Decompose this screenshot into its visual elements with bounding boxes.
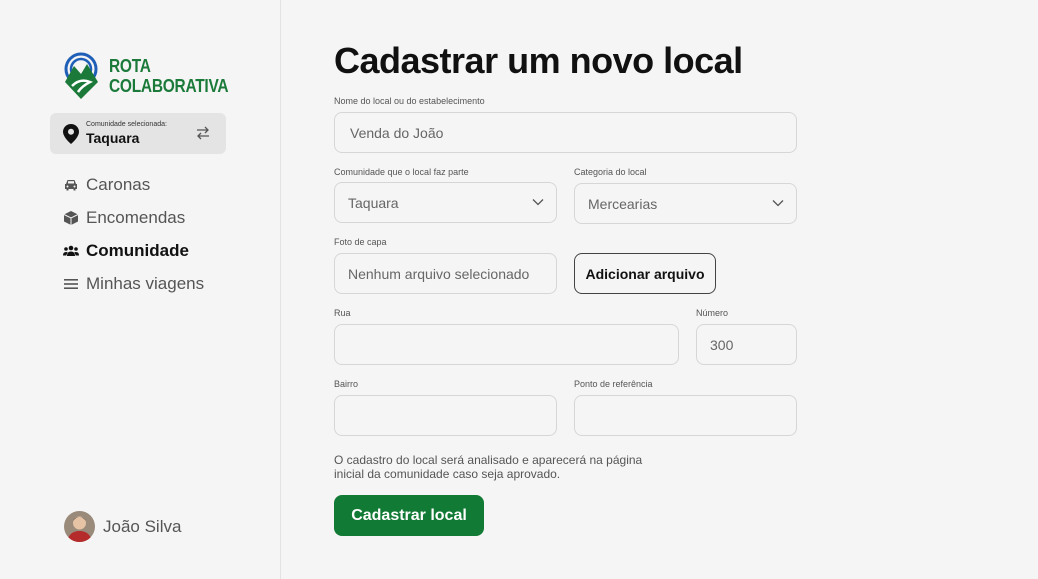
sidebar-item-caronas[interactable]: Caronas	[63, 168, 204, 201]
chevron-down-icon	[772, 200, 784, 207]
sidebar-item-label: Minhas viagens	[86, 273, 205, 293]
reference-label: Ponto de referência	[574, 379, 653, 389]
place-name-field[interactable]: Venda do João	[334, 112, 797, 153]
sidebar-item-comunidade[interactable]: Comunidade	[63, 234, 204, 267]
package-icon	[63, 210, 79, 226]
street-field[interactable]	[334, 324, 679, 365]
user-profile[interactable]: João Silva	[64, 511, 181, 542]
sidebar-item-encomendas[interactable]: Encomendas	[63, 201, 204, 234]
number-label: Número	[696, 308, 729, 318]
car-icon	[63, 177, 79, 193]
review-notice: O cadastro do local será analisado e apa…	[334, 453, 643, 481]
photo-label: Foto de capa	[334, 237, 387, 247]
number-value: 300	[710, 336, 734, 353]
district-field[interactable]	[334, 395, 557, 436]
logo-line-1: ROTA	[109, 56, 151, 76]
chevron-down-icon	[532, 199, 544, 206]
community-name: Taquara	[86, 130, 140, 146]
add-file-button[interactable]: Adicionar arquivo	[574, 253, 716, 294]
swap-arrows-icon[interactable]	[195, 125, 211, 141]
avatar	[64, 511, 95, 542]
sidebar: ROTA COLABORATIVA Comunidade selecionada…	[0, 0, 281, 579]
cover-photo-value: Nenhum arquivo selecionado	[348, 265, 530, 282]
sidebar-nav: Caronas Encomendas Comunidade Minhas via…	[63, 168, 204, 300]
category-select[interactable]: Mercearias	[574, 183, 797, 224]
sidebar-item-label: Comunidade	[86, 240, 189, 260]
community-select[interactable]: Taquara	[334, 182, 557, 223]
cover-photo-field[interactable]: Nenhum arquivo selecionado	[334, 253, 557, 294]
community-field-label: Comunidade que o local faz parte	[334, 167, 469, 177]
district-label: Bairro	[334, 379, 359, 389]
community-selector[interactable]: Comunidade selecionada: Taquara	[50, 113, 226, 154]
sidebar-item-label: Caronas	[86, 174, 151, 194]
name-label: Nome do local ou do estabelecimento	[334, 96, 485, 106]
page-title: Cadastrar um novo local	[334, 40, 743, 81]
location-pin-icon	[63, 124, 79, 144]
app-name: ROTA COLABORATIVA	[109, 56, 229, 96]
category-label: Categoria do local	[574, 167, 647, 177]
street-label: Rua	[334, 308, 351, 318]
sidebar-item-label: Encomendas	[86, 207, 186, 227]
list-icon	[63, 276, 79, 292]
app-logo[interactable]: ROTA COLABORATIVA	[64, 52, 248, 100]
category-select-value: Mercearias	[588, 195, 658, 212]
reference-field[interactable]	[574, 395, 797, 436]
place-name-value: Venda do João	[350, 124, 444, 141]
community-caption: Comunidade selecionada:	[86, 121, 167, 128]
number-field[interactable]: 300	[696, 324, 797, 365]
community-select-value: Taquara	[348, 194, 399, 211]
user-name: João Silva	[103, 516, 182, 536]
submit-button[interactable]: Cadastrar local	[334, 495, 484, 536]
mountain-logo-icon	[64, 52, 98, 99]
people-icon	[63, 243, 79, 259]
logo-line-2: COLABORATIVA	[109, 76, 229, 96]
sidebar-item-minhas-viagens[interactable]: Minhas viagens	[63, 267, 204, 300]
